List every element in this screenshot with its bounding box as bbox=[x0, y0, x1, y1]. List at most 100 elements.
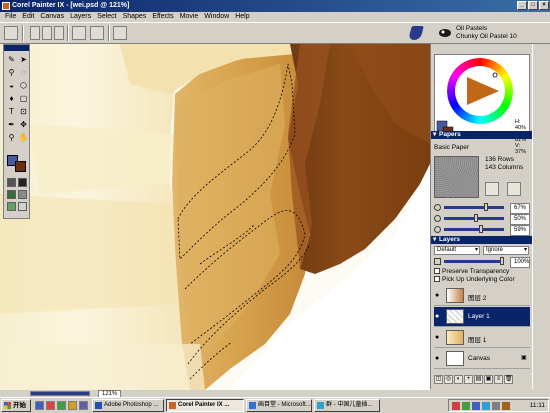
slider-track[interactable] bbox=[444, 206, 504, 209]
dropper-tool-icon[interactable]: ⚲ bbox=[6, 67, 17, 78]
selection-rect-icon[interactable] bbox=[30, 26, 40, 40]
shape-tool-icon[interactable]: ⬡ bbox=[18, 80, 29, 91]
tray-icon[interactable] bbox=[452, 402, 460, 410]
brush-selector[interactable]: Oil Pastels Chunky Oil Pastel 10 bbox=[408, 24, 550, 43]
quicklaunch-icon[interactable] bbox=[57, 401, 66, 410]
toolbox-titlebar[interactable] bbox=[4, 45, 29, 51]
layer-row[interactable]: ● Canvas ▣ bbox=[434, 349, 530, 369]
slider-thumb[interactable] bbox=[484, 203, 488, 211]
layer-mask-icon[interactable]: ◐ bbox=[454, 375, 463, 384]
selection-mode-icon[interactable] bbox=[72, 26, 86, 40]
tray-icon[interactable] bbox=[462, 402, 470, 410]
paper-selector-icon[interactable] bbox=[7, 178, 16, 187]
artwork[interactable] bbox=[0, 44, 430, 390]
brush-category-icon[interactable] bbox=[408, 26, 424, 40]
quicklaunch-icon[interactable] bbox=[79, 401, 88, 410]
paper-contrast-value[interactable]: 50% bbox=[510, 214, 530, 225]
brush-category-label[interactable]: Oil Pastels bbox=[456, 25, 487, 33]
layers-panel-header[interactable]: Layers bbox=[431, 236, 533, 244]
grabber-icon[interactable]: ✋ bbox=[18, 132, 29, 143]
paper-name[interactable]: Basic Paper bbox=[434, 144, 469, 151]
text-tool-icon[interactable]: T bbox=[6, 106, 17, 117]
slider-track[interactable] bbox=[444, 228, 504, 231]
brush-tool-icon[interactable]: ✎ bbox=[6, 54, 17, 65]
paper-brightness-value[interactable]: 59% bbox=[510, 225, 530, 236]
selection-subtract-icon[interactable] bbox=[54, 26, 64, 40]
menu-help[interactable]: Help bbox=[232, 12, 252, 22]
tray-icon[interactable] bbox=[502, 402, 510, 410]
lasso-tool-icon[interactable]: ◌ bbox=[18, 67, 29, 78]
menu-edit[interactable]: Edit bbox=[19, 12, 37, 22]
merge-layers-icon[interactable]: ≡ bbox=[494, 375, 503, 384]
paint-bucket-icon[interactable]: ◒ bbox=[6, 80, 17, 91]
gradient-selector-icon[interactable] bbox=[18, 178, 27, 187]
taskbar-button[interactable]: 画目堂 - Microsoft... bbox=[246, 399, 312, 412]
taskbar-button-active[interactable]: Corel Painter IX ... bbox=[166, 399, 244, 412]
menu-window[interactable]: Window bbox=[201, 12, 232, 22]
volume-icon[interactable] bbox=[492, 402, 500, 410]
minimize-button[interactable]: _ bbox=[517, 1, 527, 10]
quicklaunch-icon[interactable] bbox=[68, 401, 77, 410]
dynamic-plugins-icon[interactable]: ◎ bbox=[444, 375, 453, 384]
paper-contrast-slider[interactable]: 50% bbox=[434, 214, 530, 225]
paper-brightness-slider[interactable]: 59% bbox=[434, 225, 530, 236]
eye-icon[interactable]: ● bbox=[435, 313, 442, 320]
quicklaunch-icon[interactable] bbox=[46, 401, 55, 410]
eye-icon[interactable]: ● bbox=[435, 355, 442, 362]
paper-invert-icon[interactable] bbox=[485, 182, 499, 196]
lock-layer-icon[interactable]: ▣ bbox=[484, 375, 493, 384]
close-button[interactable]: × bbox=[539, 1, 549, 10]
pen-tool-icon[interactable]: ✒ bbox=[6, 119, 17, 130]
menu-movie[interactable]: Movie bbox=[177, 12, 202, 22]
papers-panel-header[interactable]: Papers bbox=[431, 131, 533, 139]
color-wheel[interactable]: H: 40% S: 81% V: 37% bbox=[434, 54, 530, 155]
paper-scale-slider[interactable]: 67% bbox=[434, 203, 530, 214]
layer-row-selected[interactable]: ● Layer 1 bbox=[434, 307, 530, 327]
new-group-icon[interactable]: ▤ bbox=[474, 375, 483, 384]
qq-tray-icon[interactable] bbox=[482, 402, 490, 410]
brush-variant-icon[interactable] bbox=[438, 27, 452, 39]
taskbar-button[interactable]: 群 - 中国儿童插... bbox=[314, 399, 380, 412]
nozzle-selector-icon[interactable] bbox=[18, 190, 27, 199]
eye-icon[interactable]: ● bbox=[435, 334, 442, 341]
crop-tool-icon[interactable]: ⊡ bbox=[18, 106, 29, 117]
selection-add-icon[interactable] bbox=[42, 26, 52, 40]
lock-icon[interactable]: ▣ bbox=[521, 355, 527, 361]
zoom-slider[interactable] bbox=[30, 391, 90, 396]
rotate-tool-icon[interactable]: ✥ bbox=[18, 119, 29, 130]
menu-file[interactable]: File bbox=[2, 12, 19, 22]
rect-select-icon[interactable]: ▢ bbox=[18, 93, 29, 104]
clock[interactable]: 11:11 bbox=[530, 400, 545, 411]
taskbar-button[interactable]: Adobe Photoshop ... bbox=[92, 399, 164, 412]
selector-tool-icon[interactable]: ➤ bbox=[18, 54, 29, 65]
magnifier-icon[interactable]: ⚲ bbox=[6, 132, 17, 143]
paper-menu-icon[interactable] bbox=[507, 182, 521, 196]
layer-row[interactable]: ● 图层 2 bbox=[434, 286, 530, 306]
pick-up-color-checkbox[interactable]: Pick Up Underlying Color bbox=[434, 276, 515, 284]
checkbox-box[interactable] bbox=[434, 268, 440, 275]
menu-canvas[interactable]: Canvas bbox=[37, 12, 67, 22]
additional-color-swatch[interactable] bbox=[15, 161, 26, 172]
feather-icon[interactable] bbox=[90, 26, 104, 40]
look-selector-icon[interactable] bbox=[18, 202, 27, 211]
ie-icon[interactable] bbox=[35, 401, 44, 410]
delete-layer-icon[interactable]: 🗑 bbox=[504, 375, 513, 384]
reset-tool-icon[interactable] bbox=[4, 26, 18, 40]
canvas[interactable] bbox=[0, 44, 430, 390]
layer-row[interactable]: ● 图层 1 bbox=[434, 328, 530, 348]
eye-icon[interactable]: ● bbox=[435, 292, 442, 299]
slider-thumb[interactable] bbox=[500, 257, 504, 265]
paper-scale-value[interactable]: 67% bbox=[510, 203, 530, 214]
menu-select[interactable]: Select bbox=[94, 12, 119, 22]
menu-effects[interactable]: Effects bbox=[149, 12, 176, 22]
fill-tool-icon[interactable]: ♦ bbox=[6, 93, 17, 104]
layer-opacity-slider[interactable]: 100% bbox=[434, 257, 530, 268]
maximize-button[interactable]: □ bbox=[528, 1, 538, 10]
pattern-selector-icon[interactable] bbox=[7, 190, 16, 199]
checkbox-box[interactable] bbox=[434, 276, 440, 283]
slider-track[interactable] bbox=[444, 260, 504, 263]
select-all-icon[interactable] bbox=[113, 26, 127, 40]
tray-icon[interactable] bbox=[472, 402, 480, 410]
weave-selector-icon[interactable] bbox=[7, 202, 16, 211]
composite-method-select[interactable]: Default bbox=[434, 246, 480, 255]
